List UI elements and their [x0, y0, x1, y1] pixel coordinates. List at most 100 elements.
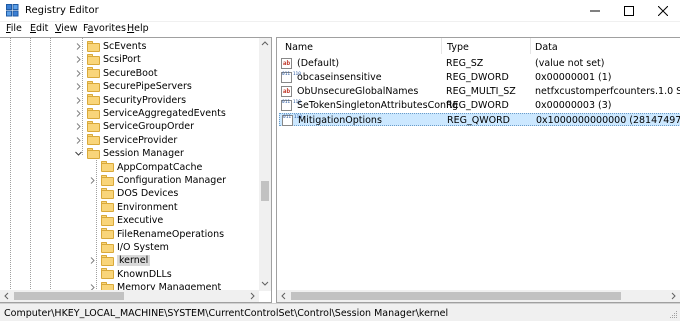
maximize-button[interactable]	[612, 0, 646, 22]
folder-icon	[87, 94, 100, 106]
value-row[interactable]: 011 110 MitigationOptions REG_QWORD 0x10000…	[279, 113, 680, 126]
folder-icon	[101, 187, 114, 199]
tree-item-label: ScEvents	[103, 41, 147, 52]
chevron-right-icon[interactable]	[74, 96, 83, 105]
menu-edit[interactable]: Edit	[30, 23, 48, 34]
folder-icon	[101, 254, 114, 266]
minimize-icon	[590, 10, 600, 12]
value-data: 0x1000000000000 (281474976710656)	[536, 115, 680, 126]
chevron-down-icon[interactable]	[74, 149, 83, 158]
values-horizontal-scrollbar[interactable]	[277, 290, 680, 302]
tree-item-label: DOS Devices	[117, 188, 179, 200]
chevron-right-icon[interactable]	[74, 42, 83, 51]
string-value-icon: ab	[281, 86, 292, 97]
tree-item[interactable]: DOS Devices	[88, 187, 178, 200]
chevron-right-icon[interactable]	[74, 82, 83, 91]
column-separator[interactable]	[441, 38, 442, 54]
value-row[interactable]: ab (Default) REG_SZ (value not set)	[279, 57, 680, 70]
key-tree-pane[interactable]: ScEvents ScsiPort SecureBoot SecurePipeServ…	[0, 37, 272, 303]
menu-help[interactable]: Help	[127, 23, 149, 34]
tree-item[interactable]: kernel	[88, 254, 151, 267]
tree-item[interactable]: FileRenameOperations	[88, 228, 224, 241]
tree-item[interactable]: Executive	[88, 214, 163, 227]
menu-favorites[interactable]: Favorites	[83, 23, 126, 34]
resize-grip-icon[interactable]	[668, 309, 678, 319]
tree-vertical-scroll-thumb[interactable]	[261, 181, 269, 201]
scroll-right-icon[interactable]	[671, 292, 677, 300]
tree-item-label: ServiceAggregatedEvents	[103, 108, 226, 119]
folder-icon	[101, 161, 114, 173]
title-bar: Registry Editor	[0, 0, 680, 22]
minimize-button[interactable]	[578, 0, 612, 22]
tree-item[interactable]: ScEvents	[74, 40, 146, 53]
value-type: REG_DWORD	[446, 72, 509, 83]
window-title: Registry Editor	[25, 5, 99, 16]
tree-item-label: Executive	[117, 215, 164, 227]
scroll-down-icon[interactable]	[261, 281, 269, 287]
tree-item-label: kernel	[117, 255, 151, 267]
scroll-left-icon[interactable]	[3, 292, 9, 300]
values-list-pane[interactable]: Name Type Data ab (Default) REG_SZ (value n…	[276, 37, 680, 303]
chevron-right-icon[interactable]	[74, 136, 83, 145]
scroll-left-icon[interactable]	[280, 292, 286, 300]
folder-icon	[87, 53, 100, 65]
menu-view[interactable]: View	[55, 23, 78, 34]
tree-item-label: FileRenameOperations	[117, 228, 225, 240]
tree-item[interactable]: AppCompatCache	[88, 161, 202, 174]
value-type: REG_SZ	[446, 58, 484, 69]
tree-horizontal-scroll-thumb[interactable]	[14, 292, 124, 300]
chevron-right-icon[interactable]	[74, 55, 83, 64]
scroll-up-icon[interactable]	[261, 40, 269, 46]
chevron-right-icon[interactable]	[74, 109, 83, 118]
value-row[interactable]: 011 110 SeTokenSingletonAttributesConfig R…	[279, 99, 680, 112]
tree-item[interactable]: SecurityProviders	[74, 94, 186, 107]
tree-item[interactable]: SecureBoot	[74, 67, 158, 80]
tree-vertical-scrollbar[interactable]	[259, 38, 271, 291]
tree-item-label: Session Manager	[103, 148, 184, 160]
scroll-right-icon[interactable]	[250, 292, 256, 300]
chevron-right-icon[interactable]	[88, 176, 97, 185]
tree-item-label: ServiceProvider	[103, 134, 178, 146]
menu-file[interactable]: File	[6, 23, 22, 34]
value-row[interactable]: 011 110 obcaseinsensitive REG_DWORD 0x00000…	[279, 71, 680, 84]
chevron-right-icon[interactable]	[74, 122, 83, 131]
tree-item[interactable]: KnownDLLs	[88, 268, 172, 281]
close-icon	[658, 6, 668, 16]
tree-item[interactable]: SecurePipeServers	[74, 80, 192, 93]
value-name: obcaseinsensitive	[297, 72, 382, 83]
chevron-right-icon[interactable]	[88, 256, 97, 265]
column-header-name[interactable]: Name	[285, 42, 313, 53]
column-header-type[interactable]: Type	[447, 42, 469, 53]
tree-item[interactable]: ScsiPort	[74, 53, 141, 66]
tree-item[interactable]: ServiceGroupOrder	[74, 120, 194, 133]
value-row[interactable]: ab ObUnsecureGlobalNames REG_MULTI_SZ netfx…	[279, 85, 680, 98]
folder-icon	[101, 241, 114, 253]
folder-icon	[101, 201, 114, 213]
tree-item-label: SecurePipeServers	[103, 81, 192, 93]
column-header-data[interactable]: Data	[535, 42, 558, 53]
values-horizontal-scroll-thumb[interactable]	[291, 292, 621, 300]
tree-item[interactable]: ServiceProvider	[74, 134, 177, 147]
tree-item-label: SecurityProviders	[103, 94, 187, 106]
tree-item[interactable]: Configuration Manager	[88, 174, 226, 187]
column-separator[interactable]	[530, 38, 531, 54]
tree-horizontal-scrollbar[interactable]	[0, 290, 259, 302]
tree-item-label: AppCompatCache	[117, 161, 203, 173]
tree-item[interactable]: ServiceAggregatedEvents	[74, 107, 226, 120]
status-bar: Computer\HKEY_LOCAL_MACHINE\SYSTEM\Curre…	[0, 303, 680, 321]
tree-item-label: Configuration Manager	[117, 175, 227, 186]
tree-item[interactable]: I/O System	[88, 241, 169, 254]
folder-icon	[87, 40, 100, 52]
tree-item[interactable]: Environment	[88, 201, 178, 214]
registry-editor-icon	[6, 4, 19, 17]
tree-item[interactable]: Session Manager	[74, 147, 184, 160]
close-button[interactable]	[646, 0, 680, 22]
chevron-right-icon[interactable]	[74, 69, 83, 78]
value-data: netfxcustomperfcounters.1.0 SharedP	[535, 86, 680, 97]
